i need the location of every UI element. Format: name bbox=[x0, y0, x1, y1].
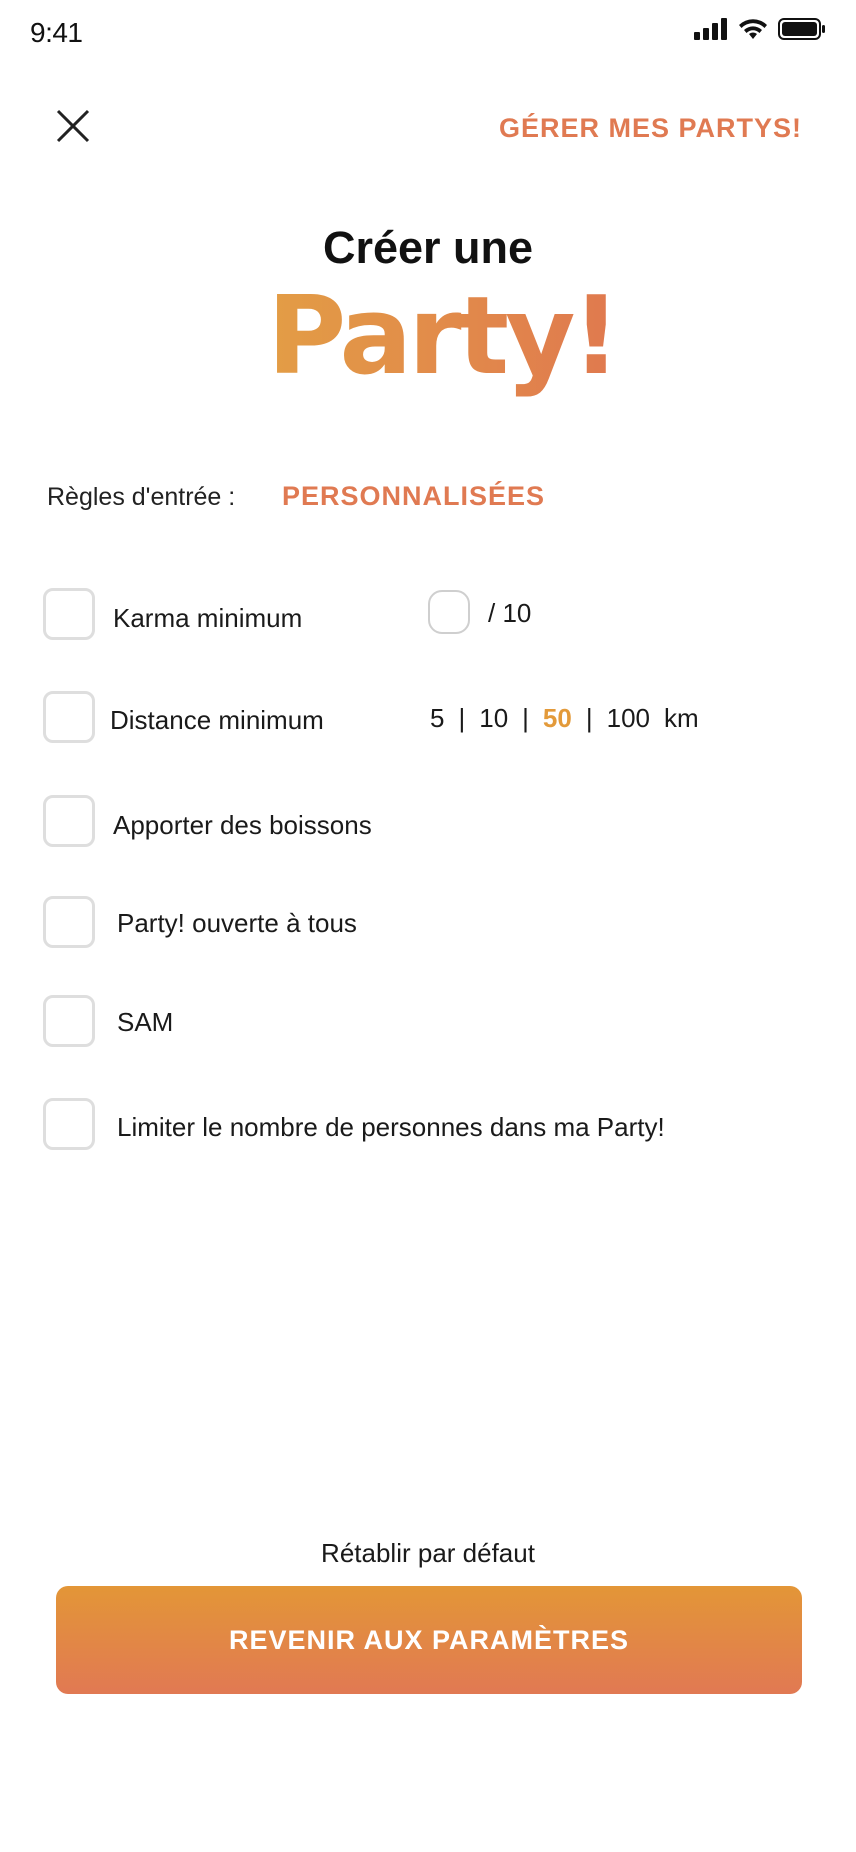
wifi-icon bbox=[739, 19, 767, 39]
status-icons bbox=[694, 18, 826, 40]
rules-label: Règles d'entrée : bbox=[47, 483, 236, 511]
distance-label: Distance minimum bbox=[110, 705, 324, 735]
rules-mode[interactable]: PERSONNALISÉES bbox=[282, 481, 545, 512]
distance-options: 5 | 10 | 50 | 100 km bbox=[430, 703, 699, 734]
distance-unit: km bbox=[664, 703, 699, 733]
karma-input[interactable] bbox=[428, 590, 470, 634]
signal-icon bbox=[694, 18, 727, 40]
party-logo: Party! bbox=[272, 278, 612, 399]
sam-checkbox[interactable] bbox=[43, 995, 95, 1047]
page-title: Créer une bbox=[322, 222, 534, 273]
karma-label: Karma minimum bbox=[113, 603, 303, 633]
distance-option-100[interactable]: 100 bbox=[607, 703, 650, 734]
status-time: 9:41 bbox=[30, 17, 83, 48]
distance-option-5[interactable]: 5 bbox=[430, 703, 444, 734]
open-checkbox[interactable] bbox=[43, 896, 95, 948]
karma-checkbox[interactable] bbox=[43, 588, 95, 640]
limit-checkbox[interactable] bbox=[43, 1098, 95, 1150]
drinks-checkbox[interactable] bbox=[43, 795, 95, 847]
drinks-label: Apporter des boissons bbox=[113, 810, 372, 840]
battery-icon bbox=[778, 18, 825, 40]
distance-option-50[interactable]: 50 bbox=[543, 703, 572, 734]
distance-checkbox[interactable] bbox=[43, 691, 95, 743]
open-label: Party! ouverte à tous bbox=[117, 908, 357, 938]
manage-partys-link[interactable]: GÉRER MES PARTYS! bbox=[499, 113, 802, 144]
party-logo-text: Party! bbox=[272, 278, 612, 399]
karma-suffix: / 10 bbox=[488, 598, 532, 628]
distance-option-10[interactable]: 10 bbox=[479, 703, 508, 734]
sam-label: SAM bbox=[117, 1007, 174, 1037]
limit-label: Limiter le nombre de personnes dans ma P… bbox=[117, 1112, 665, 1142]
reset-defaults-link[interactable]: Rétablir par défaut bbox=[0, 1538, 856, 1569]
close-icon[interactable] bbox=[52, 105, 94, 147]
back-to-settings-button[interactable]: REVENIR AUX PARAMÈTRES bbox=[56, 1586, 802, 1694]
